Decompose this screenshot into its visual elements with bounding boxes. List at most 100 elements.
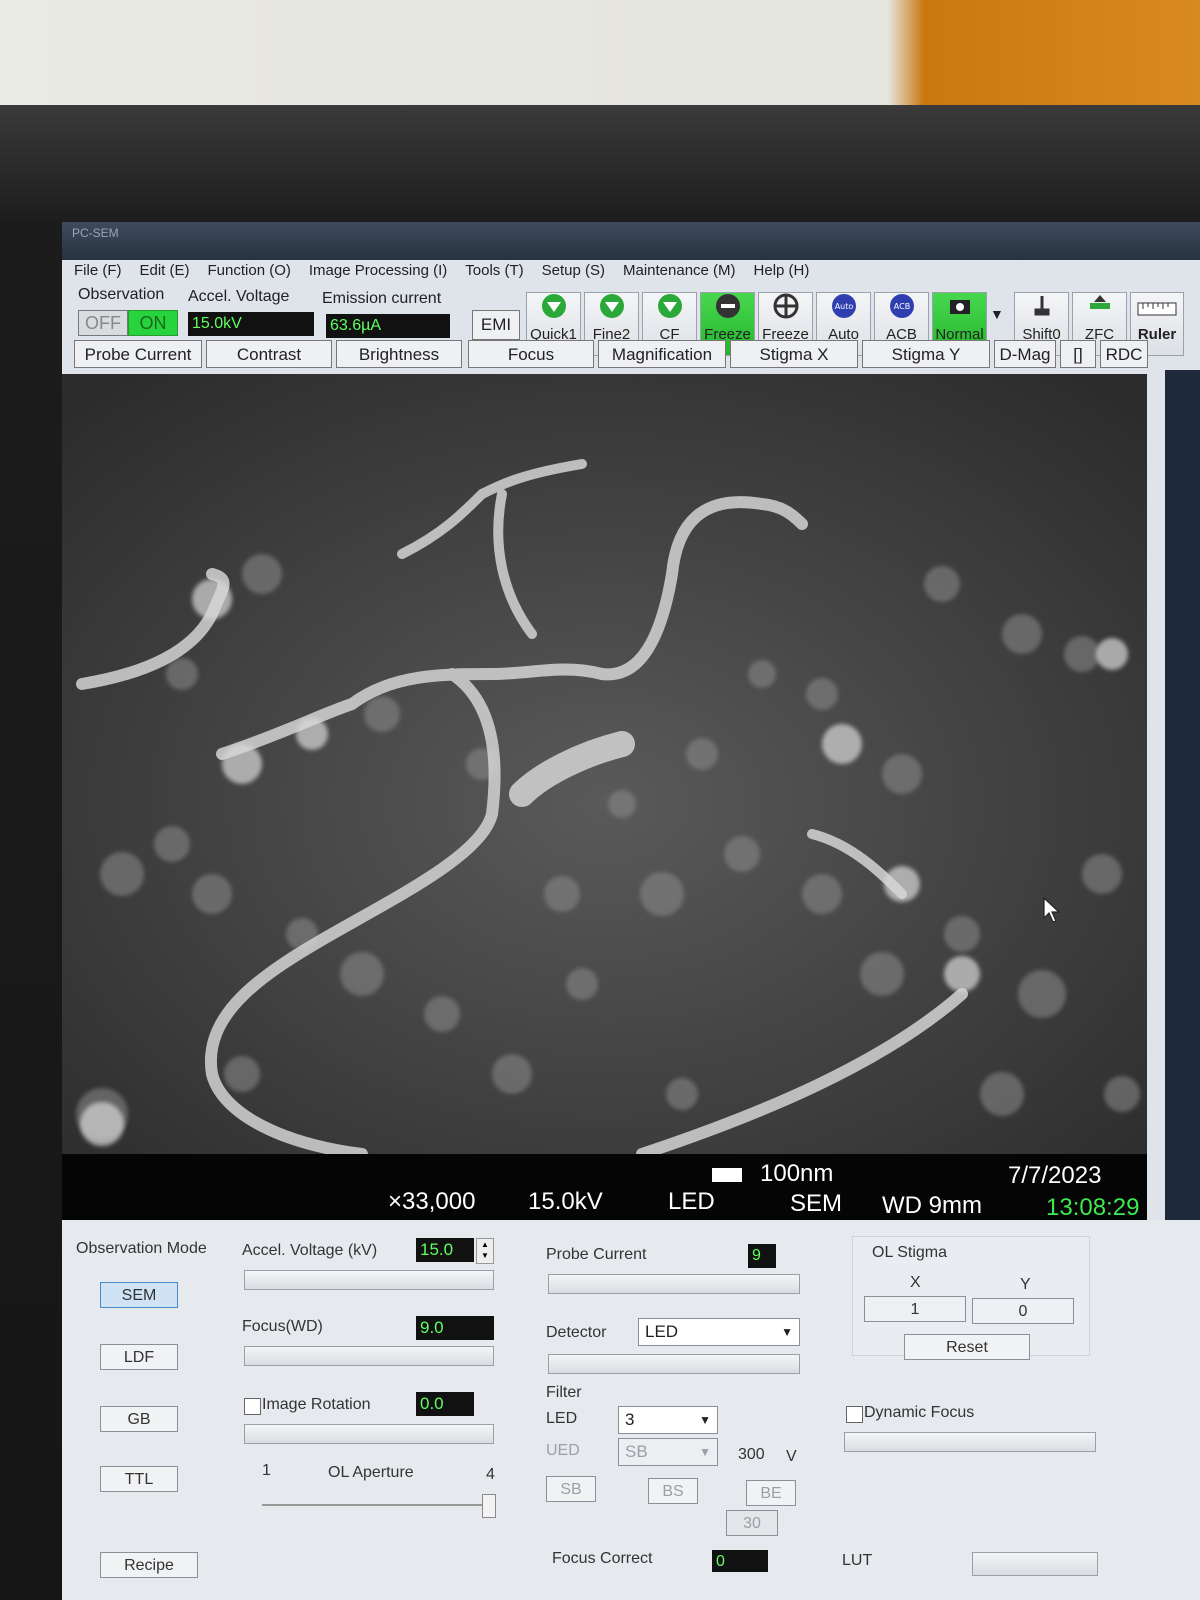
emission-current-field: 63.6µA [326,314,450,338]
aperture-min-label: 1 [262,1462,271,1479]
mode-ttl-button[interactable]: TTL [100,1466,178,1492]
menu-setup[interactable]: Setup (S) [542,262,605,279]
tab-contrast[interactable]: Contrast [206,340,332,368]
recipe-button[interactable]: Recipe [100,1552,198,1578]
tab-rdc[interactable]: RDC [1100,340,1148,368]
window-title: PC-SEM [72,226,119,240]
sem-micrograph [62,374,1147,1154]
tab-probe-current[interactable]: Probe Current [74,340,202,368]
detector-slider[interactable] [548,1354,800,1374]
probe-current-field[interactable]: 9 [748,1244,776,1268]
dynamic-focus-checkbox[interactable] [846,1406,863,1423]
mode-sem-button[interactable]: SEM [100,1282,178,1308]
control-panel: Observation Mode SEM LDF GB TTL Recipe A… [62,1220,1200,1600]
stigma-y-field[interactable]: 0 [972,1298,1074,1324]
menu-image-processing[interactable]: Image Processing (I) [309,262,447,279]
down-arrow-icon [643,293,696,327]
image-rotation-label: Image Rotation [262,1396,371,1413]
sem-image[interactable] [62,374,1147,1154]
date-value: 7/7/2023 [1008,1162,1102,1189]
tab-stigma-x[interactable]: Stigma X [730,340,858,368]
mouse-cursor-icon [1043,896,1061,923]
tab-magnification[interactable]: Magnification [598,340,726,368]
ued-filter-select[interactable]: SB ▼ [618,1438,718,1466]
menu-tools[interactable]: Tools (T) [465,262,523,279]
tab-d-mag[interactable]: D-Mag [994,340,1056,368]
ol-aperture-label: OL Aperture [328,1464,414,1481]
svg-text:ACB: ACB [893,302,909,311]
menu-file[interactable]: File (F) [74,262,122,279]
voltage-bias-value: 300 [738,1446,765,1463]
probe-current-label: Probe Current [546,1246,647,1263]
svg-text:Auto: Auto [834,302,853,311]
magnification-value: ×33,000 [388,1188,476,1215]
mode-gb-button[interactable]: GB [100,1406,178,1432]
crosshair-icon [759,293,812,327]
scale-value: 100nm [760,1160,834,1187]
bs-button[interactable]: BS [648,1478,698,1504]
emission-current-label: Emission current [322,290,442,307]
accel-voltage-slider[interactable] [244,1270,494,1290]
focus-wd-slider[interactable] [244,1346,494,1366]
dynamic-focus-label: Dynamic Focus [864,1404,975,1421]
sb-button[interactable]: SB [546,1476,596,1502]
ruler-icon [1131,293,1183,327]
detector-value: LED [668,1188,715,1215]
image-rotation-field[interactable]: 0.0 [416,1392,474,1416]
probe-current-slider[interactable] [548,1274,800,1294]
emi-button[interactable]: EMI [472,310,520,340]
chevron-down-icon[interactable]: ▼ [990,306,1004,322]
stigma-y-label: Y [1020,1276,1031,1293]
time-value: 13:08:29 [1046,1194,1140,1221]
be-value-field[interactable]: 30 [726,1510,778,1536]
side-scrollbar[interactable] [1165,370,1200,1320]
ol-aperture-handle[interactable] [482,1494,496,1518]
stigma-x-label: X [910,1274,921,1291]
menu-bar: File (F) Edit (E) Function (O) Image Pro… [74,260,1200,280]
image-rotation-checkbox[interactable] [244,1398,261,1415]
beam-on-button[interactable]: ON [128,310,178,336]
detector-select[interactable]: LED ▼ [638,1318,800,1346]
accel-voltage-kv-field[interactable]: 15.0 [416,1238,474,1262]
be-button[interactable]: BE [746,1480,796,1506]
voltage-unit: V [786,1448,797,1465]
dynamic-focus-slider[interactable] [844,1432,1096,1452]
mode-value: SEM [790,1190,843,1217]
adjust-tab-row: Probe Current Contrast Brightness Focus … [74,340,1200,372]
auto-icon: Auto [817,293,870,327]
focus-correct-field[interactable]: 0 [712,1550,768,1572]
filter-label: Filter [546,1384,582,1401]
voltage-value: 15.0kV [528,1188,603,1215]
image-rotation-slider[interactable] [244,1424,494,1444]
accel-spinner[interactable]: ▲ ▼ [476,1238,494,1264]
observation-mode-label: Observation Mode [76,1240,207,1257]
detector-selected: LED [645,1322,679,1341]
tab-frame[interactable]: [] [1060,340,1096,368]
stage-icon [1015,293,1068,327]
observation-label: Observation [78,286,165,303]
mode-ldf-button[interactable]: LDF [100,1344,178,1370]
tab-brightness[interactable]: Brightness [336,340,462,368]
down-arrow-icon [585,293,638,327]
menu-function[interactable]: Function (O) [208,262,291,279]
beam-off-button[interactable]: OFF [78,310,128,336]
stigma-x-field[interactable]: 1 [864,1296,966,1322]
minus-circle-icon [701,293,754,327]
stigma-reset-button[interactable]: Reset [904,1334,1030,1360]
menu-help[interactable]: Help (H) [754,262,810,279]
ol-aperture-track[interactable] [262,1504,486,1506]
focus-correct-label: Focus Correct [552,1550,653,1567]
tab-stigma-y[interactable]: Stigma Y [862,340,990,368]
menu-edit[interactable]: Edit (E) [140,262,190,279]
led-filter-select[interactable]: 3 ▼ [618,1406,718,1434]
image-info-bar: 100nm ×33,000 15.0kV LED SEM WD 9mm 7/7/… [62,1154,1147,1221]
wd-value: WD 9mm [882,1192,982,1219]
tab-focus[interactable]: Focus [468,340,594,368]
down-arrow-icon [527,293,580,327]
accel-voltage-field[interactable]: 15.0kV [188,312,314,336]
zfc-icon [1073,293,1126,327]
menu-maintenance[interactable]: Maintenance (M) [623,262,736,279]
focus-wd-field[interactable]: 9.0 [416,1316,494,1340]
lut-slider[interactable] [972,1552,1098,1576]
led-filter-selected: 3 [625,1410,635,1429]
